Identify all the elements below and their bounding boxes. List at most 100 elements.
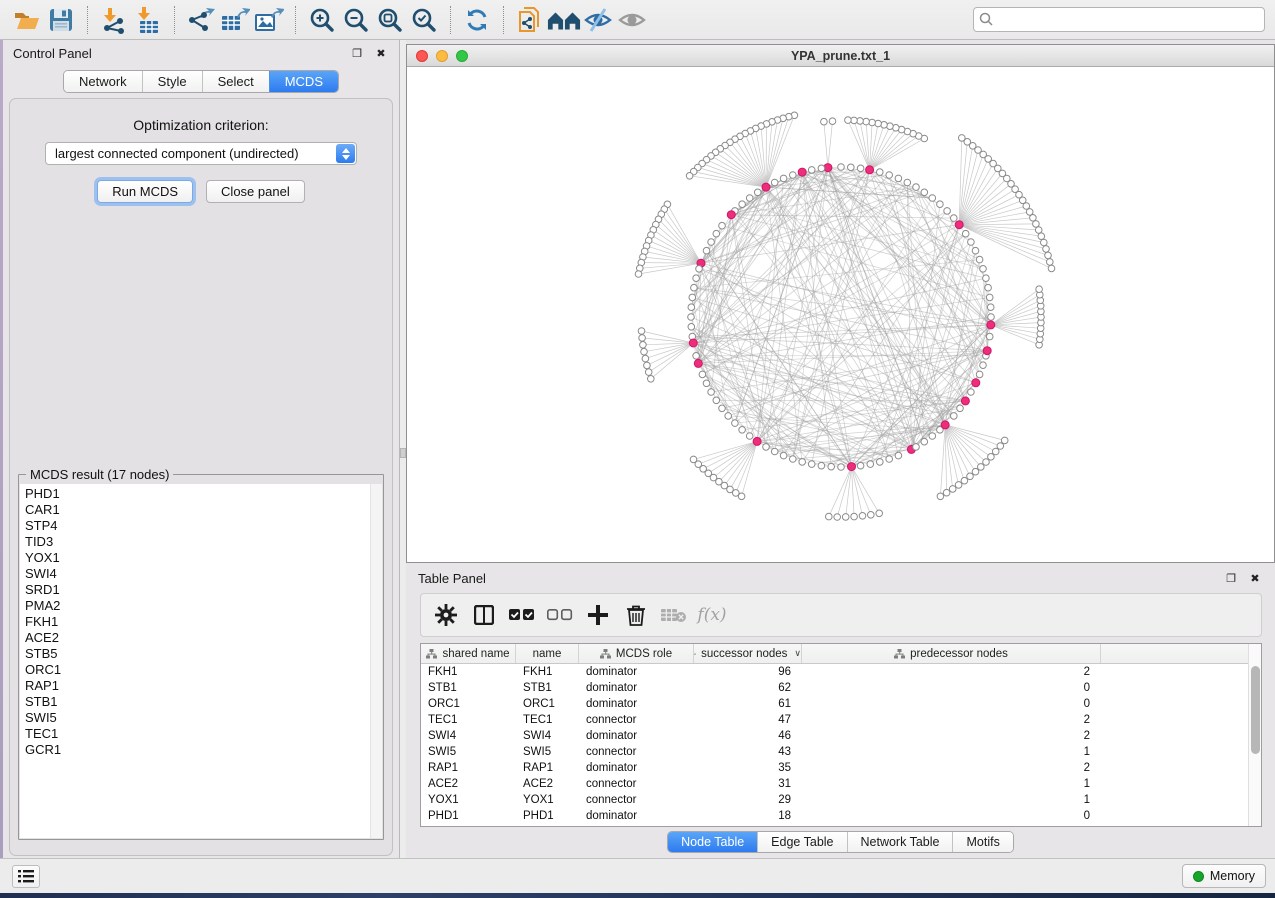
optimization-criterion-dropdown[interactable]: largest connected component (undirected) xyxy=(45,142,357,165)
run-mcds-button[interactable]: Run MCDS xyxy=(97,180,193,203)
delete-column-icon[interactable] xyxy=(617,597,655,633)
memory-label: Memory xyxy=(1210,869,1255,883)
mcds-result-item[interactable]: ORC1 xyxy=(25,662,370,678)
table-scrollbar-thumb[interactable] xyxy=(1251,666,1260,754)
table-scrollbar[interactable] xyxy=(1248,644,1261,826)
mcds-result-item[interactable]: PMA2 xyxy=(25,598,370,614)
window-maximize-icon[interactable] xyxy=(456,50,468,62)
column-header-name[interactable]: name xyxy=(516,644,579,663)
add-column-icon[interactable] xyxy=(579,597,617,633)
table-row[interactable]: ACE2ACE2connector311 xyxy=(421,776,1248,792)
cell: 61 xyxy=(694,696,802,712)
table-row[interactable]: FKH1FKH1dominator962 xyxy=(421,664,1248,680)
mcds-result-item[interactable]: TEC1 xyxy=(25,726,370,742)
cell: 1 xyxy=(802,776,1101,792)
table-row[interactable]: PHD1PHD1dominator180 xyxy=(421,808,1248,824)
network-graph xyxy=(407,67,1274,562)
table-float-panel-icon[interactable]: ❐ xyxy=(1223,570,1239,586)
zoom-fit-icon[interactable] xyxy=(373,4,407,36)
mcds-result-item[interactable]: STB5 xyxy=(25,646,370,662)
table-row[interactable]: TEC1TEC1connector472 xyxy=(421,712,1248,728)
export-network-icon[interactable] xyxy=(184,4,218,36)
clone-network-icon[interactable] xyxy=(513,4,547,36)
cell: 47 xyxy=(694,712,802,728)
memory-button[interactable]: Memory xyxy=(1182,864,1266,888)
window-close-icon[interactable] xyxy=(416,50,428,62)
zoom-in-icon[interactable] xyxy=(305,4,339,36)
dropdown-stepper-icon xyxy=(336,144,355,163)
tab-motifs[interactable]: Motifs xyxy=(952,832,1012,852)
import-table-icon[interactable] xyxy=(131,4,165,36)
table-row[interactable]: RAP1RAP1dominator352 xyxy=(421,760,1248,776)
cell: TEC1 xyxy=(516,712,579,728)
refresh-view-icon[interactable] xyxy=(460,4,494,36)
open-file-icon[interactable] xyxy=(10,4,44,36)
tab-edge-table[interactable]: Edge Table xyxy=(757,832,846,852)
save-session-icon[interactable] xyxy=(44,4,78,36)
tab-style[interactable]: Style xyxy=(142,71,202,92)
control-panel-tabs: NetworkStyleSelectMCDS xyxy=(63,70,339,93)
network-overview-icon[interactable] xyxy=(547,4,581,36)
table-row[interactable]: ORC1ORC1dominator610 xyxy=(421,696,1248,712)
zoom-selected-icon[interactable] xyxy=(407,4,441,36)
mcds-result-item[interactable]: YOX1 xyxy=(25,550,370,566)
mcds-result-item[interactable]: ACE2 xyxy=(25,630,370,646)
mcds-result-item[interactable]: PHD1 xyxy=(25,486,370,502)
show-column-panel-icon[interactable] xyxy=(465,597,503,633)
float-panel-icon[interactable]: ❐ xyxy=(349,45,365,61)
cell: dominator xyxy=(579,696,694,712)
table-row[interactable]: SWI5SWI5connector431 xyxy=(421,744,1248,760)
mcds-result-item[interactable]: SRD1 xyxy=(25,582,370,598)
close-panel-icon[interactable]: ✖ xyxy=(373,45,389,61)
tab-node-table[interactable]: Node Table xyxy=(668,832,757,852)
network-canvas[interactable] xyxy=(407,67,1274,562)
import-network-icon[interactable] xyxy=(97,4,131,36)
cell: ORC1 xyxy=(421,696,516,712)
panel-menu-button[interactable] xyxy=(12,865,40,888)
tab-network-table[interactable]: Network Table xyxy=(847,832,953,852)
table-row[interactable]: YOX1YOX1connector291 xyxy=(421,792,1248,808)
cell: dominator xyxy=(579,680,694,696)
deselect-all-checks-icon[interactable] xyxy=(541,597,579,633)
mcds-result-item[interactable]: CAR1 xyxy=(25,502,370,518)
tab-select[interactable]: Select xyxy=(202,71,269,92)
main-toolbar xyxy=(0,0,1275,40)
cell: SWI5 xyxy=(421,744,516,760)
close-panel-button[interactable]: Close panel xyxy=(206,180,305,203)
column-header-shared-name[interactable]: shared name xyxy=(421,644,516,663)
table-options-gear-icon[interactable] xyxy=(427,597,465,633)
mcds-result-item[interactable]: STB1 xyxy=(25,694,370,710)
network-window-titlebar[interactable]: YPA_prune.txt_1 xyxy=(407,45,1274,67)
select-all-checks-icon[interactable] xyxy=(503,597,541,633)
mcds-result-list[interactable]: PHD1CAR1STP4TID3YOX1SWI4SRD1PMA2FKH1ACE2… xyxy=(20,484,370,838)
cell: connector xyxy=(579,792,694,808)
table-row[interactable]: SWI4SWI4dominator462 xyxy=(421,728,1248,744)
mcds-list-scrollbar[interactable] xyxy=(370,484,382,838)
tab-network[interactable]: Network xyxy=(64,71,142,92)
show-graphics-details-icon xyxy=(615,4,649,36)
mcds-result-item[interactable]: GCR1 xyxy=(25,742,370,758)
node-table: shared namenameMCDS rolesuccessor nodes∨… xyxy=(420,643,1262,827)
mcds-result-item[interactable]: TID3 xyxy=(25,534,370,550)
mcds-result-box: MCDS result (17 nodes) PHD1CAR1STP4TID3Y… xyxy=(18,467,384,840)
cell: dominator xyxy=(579,760,694,776)
window-minimize-icon[interactable] xyxy=(436,50,448,62)
column-header-MCDS-role[interactable]: MCDS role xyxy=(579,644,694,663)
mcds-result-item[interactable]: SWI5 xyxy=(25,710,370,726)
cell: dominator xyxy=(579,664,694,680)
export-image-icon[interactable] xyxy=(252,4,286,36)
table-row[interactable]: STB1STB1dominator620 xyxy=(421,680,1248,696)
search-input[interactable] xyxy=(973,7,1265,32)
export-table-icon[interactable] xyxy=(218,4,252,36)
column-header-successor-nodes[interactable]: successor nodes∨ xyxy=(694,644,802,663)
cell: 1 xyxy=(802,744,1101,760)
mcds-result-item[interactable]: FKH1 xyxy=(25,614,370,630)
zoom-out-icon[interactable] xyxy=(339,4,373,36)
mcds-result-item[interactable]: STP4 xyxy=(25,518,370,534)
mcds-result-item[interactable]: RAP1 xyxy=(25,678,370,694)
tab-mcds[interactable]: MCDS xyxy=(269,71,338,92)
mcds-result-item[interactable]: SWI4 xyxy=(25,566,370,582)
table-close-panel-icon[interactable]: ✖ xyxy=(1247,570,1263,586)
column-header-predecessor-nodes[interactable]: predecessor nodes xyxy=(802,644,1101,663)
hide-graphics-details-icon[interactable] xyxy=(581,4,615,36)
